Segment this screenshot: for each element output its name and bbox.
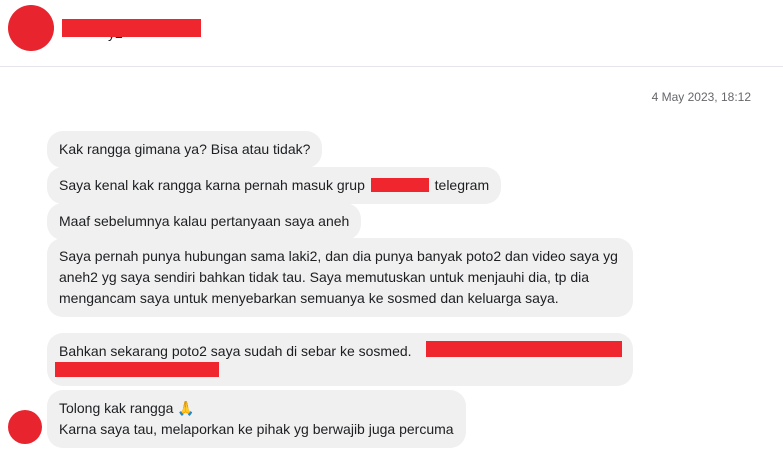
message-text: Maaf sebelumnya kalau pertanyaan saya an… [59, 213, 350, 229]
message-text: Saya pernah punya hubungan sama laki2, d… [59, 248, 618, 306]
message-bubble[interactable]: Tolong kak rangga 🙏 Karna saya tau, mela… [47, 390, 466, 448]
message-bubble[interactable]: Saya pernah punya hubungan sama laki2, d… [47, 238, 633, 317]
name-redaction [62, 19, 201, 37]
chat-header: y2 [0, 0, 783, 67]
sender-avatar[interactable] [8, 410, 42, 444]
message-bubble[interactable]: Maaf sebelumnya kalau pertanyaan saya an… [47, 203, 362, 240]
message-text: Bahkan sekarang poto2 saya sudah di seba… [59, 343, 412, 359]
text-redaction [370, 178, 429, 192]
contact-avatar[interactable] [8, 5, 54, 51]
message-text: Kak rangga gimana ya? Bisa atau tidak? [59, 141, 311, 157]
message-bubble[interactable]: Bahkan sekarang poto2 saya sudah di seba… [47, 333, 633, 386]
message-text-line: Karna saya tau, melaporkan ke pihak yg b… [59, 421, 454, 437]
message-text-line: Tolong kak rangga 🙏 [59, 400, 195, 416]
message-text: telegram [434, 177, 490, 193]
text-redaction [426, 341, 622, 357]
message-bubble[interactable]: Saya kenal kak rangga karna pernah masuk… [47, 167, 502, 204]
text-redaction [55, 362, 219, 377]
message-bubble[interactable]: Kak rangga gimana ya? Bisa atau tidak? [47, 131, 323, 168]
message-timestamp: 4 May 2023, 18:12 [651, 90, 751, 104]
message-text: Saya kenal kak rangga karna pernah masuk… [59, 177, 365, 193]
